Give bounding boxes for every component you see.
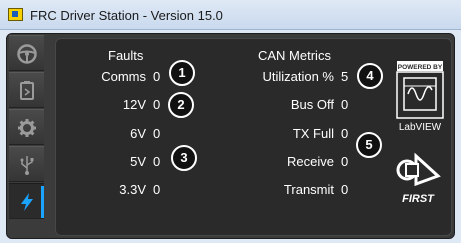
fault-label-comms: Comms	[101, 69, 146, 84]
lightning-icon	[21, 193, 33, 211]
can-label-bus-off: Bus Off	[290, 97, 334, 112]
can-value-receive: 0	[341, 154, 349, 169]
sidebar	[9, 35, 44, 239]
title-bar[interactable]: FRC Driver Station - Version 15.0	[0, 0, 461, 30]
tab-power-can[interactable]	[9, 183, 44, 219]
can-value-utilization: 5	[341, 69, 349, 84]
can-label-utilization: Utilization %	[262, 69, 334, 84]
fault-label-3v3: 3.3V	[119, 182, 146, 197]
callout-4: 4	[357, 63, 383, 89]
callout-1: 1	[169, 60, 195, 86]
fault-label-12v: 12V	[122, 97, 146, 112]
can-label-tx-full: TX Full	[292, 126, 334, 141]
faults-header: Faults	[108, 48, 144, 63]
steering-wheel-icon	[17, 44, 37, 64]
can-value-transmit: 0	[341, 182, 349, 197]
window-title: FRC Driver Station - Version 15.0	[30, 8, 223, 23]
usb-icon	[20, 156, 34, 175]
callout-5: 5	[356, 132, 382, 158]
tab-setup[interactable]	[9, 109, 44, 145]
fault-value-12v: 0	[153, 97, 161, 112]
battery-diagnostics-icon	[20, 81, 34, 100]
tab-diagnostics[interactable]	[9, 72, 44, 108]
callout-2: 2	[168, 92, 194, 118]
can-label-transmit: Transmit	[283, 182, 334, 197]
first-logo: FIRST	[390, 150, 446, 208]
fault-label-6v: 6V	[130, 126, 146, 141]
can-metrics-header: CAN Metrics	[258, 48, 331, 63]
can-value-tx-full: 0	[341, 126, 349, 141]
fault-label-5v: 5V	[130, 154, 146, 169]
driver-station-app-icon	[8, 8, 23, 21]
can-label-receive: Receive	[287, 154, 334, 169]
can-value-bus-off: 0	[341, 97, 349, 112]
active-tab-indicator	[41, 186, 44, 218]
labview-powered-by: POWERED BY	[398, 64, 443, 71]
gear-icon	[18, 119, 36, 137]
fault-value-5v: 0	[153, 154, 161, 169]
first-wordmark: FIRST	[402, 193, 435, 205]
callout-3: 3	[171, 145, 197, 171]
labview-wordmark: LabVIEW	[399, 122, 442, 133]
tab-operation[interactable]	[9, 35, 44, 71]
labview-logo: POWERED BY LabVIEW	[396, 60, 444, 134]
fault-value-comms: 0	[153, 69, 161, 84]
fault-value-3v3: 0	[153, 182, 161, 197]
fault-value-6v: 0	[153, 126, 161, 141]
tab-usb-devices[interactable]	[9, 146, 44, 182]
